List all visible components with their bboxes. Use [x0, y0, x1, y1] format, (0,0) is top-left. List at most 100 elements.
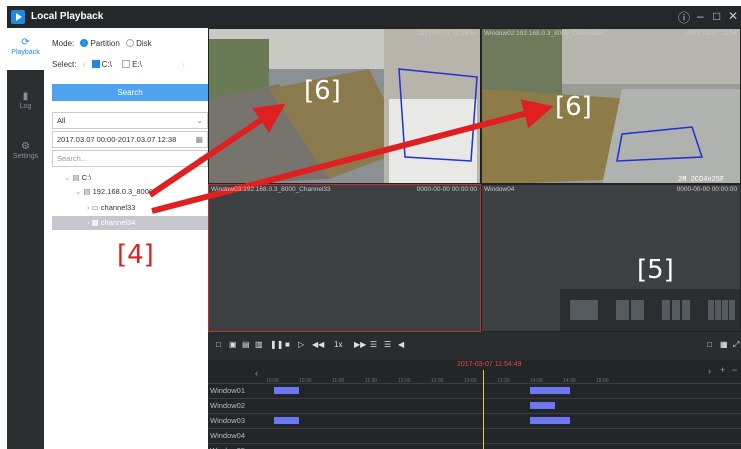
chevron-down-icon: ⌄ [75, 187, 82, 196]
nav-playback[interactable]: ⟳ Playback [7, 28, 44, 70]
tree-device[interactable]: ⌄ ▤ 192.168.0.3_8000 [75, 185, 153, 199]
filter-icon[interactable]: ☰ [384, 340, 391, 349]
timeline-next-icon[interactable]: › [708, 366, 711, 376]
partition-radio[interactable] [80, 39, 89, 47]
layout-2x2-option[interactable] [616, 300, 644, 320]
camera-frame-1 [209, 29, 480, 183]
timeline-recording-segment[interactable] [530, 387, 571, 394]
search-icon[interactable]: ○ [198, 151, 203, 166]
close-icon[interactable]: ✕ [728, 9, 738, 23]
app-logo-icon [11, 10, 25, 24]
window-caption: Window01:192.168.0.3_8000_Channel33 [211, 30, 331, 37]
maximize-icon[interactable]: □ [713, 9, 720, 23]
chevron-down-icon: ⌄ [196, 116, 203, 125]
tree-channel-33[interactable]: › ▭ channel33 [87, 201, 135, 215]
search-placeholder: Search... [57, 154, 88, 163]
filter-select[interactable]: All ⌄ [52, 112, 208, 129]
partition-label: Partition [90, 39, 120, 48]
drive-icon: ▤ [72, 173, 80, 182]
chevron-right-icon: › [87, 218, 90, 227]
nav-log[interactable]: ▮ Log [7, 82, 44, 124]
timeline-row-divider [208, 443, 741, 444]
annotation-label-5: [5] [637, 255, 674, 285]
timeline-row-divider [208, 383, 741, 384]
drive-c-checkbox[interactable] [91, 60, 100, 68]
timeline-recording-segment[interactable] [530, 402, 556, 409]
download-icon[interactable]: ▤ [242, 340, 250, 349]
tree-root[interactable]: ⌄ ▤ C:\ [64, 171, 91, 185]
chevron-down-icon: ⌄ [64, 173, 71, 182]
annotation-label-6b: [6] [555, 92, 592, 122]
clip-icon[interactable]: □ [216, 340, 221, 349]
minimize-icon[interactable]: – [697, 9, 704, 23]
video-window-1[interactable]: Window01:192.168.0.3_8000_Channel33 2017… [208, 28, 481, 184]
chevron-left-icon[interactable]: ‹ [83, 60, 86, 69]
nav-settings[interactable]: ⚙ Settings [7, 132, 44, 174]
fullscreen-icon[interactable]: ⤢ [733, 340, 739, 350]
search-panel: Mode: Partition Disk Select: ‹ C:\ E:\ ›… [44, 28, 208, 449]
nav-label: Settings [12, 153, 39, 160]
window-caption: Window03:192.168.0.3_8000_Channel33 [211, 186, 331, 193]
video-window-3[interactable]: Window03:192.168.0.3_8000_Channel33 0000… [208, 184, 481, 332]
step-forward-icon[interactable]: ▷ [298, 340, 304, 349]
export-icon[interactable]: ▥ [255, 340, 263, 349]
timeline-current-time: 2017-03-07 11:54:49 [457, 361, 522, 368]
gear-icon: ⚙ [21, 141, 30, 152]
calendar-icon[interactable]: ▦ [195, 132, 203, 147]
search-button[interactable]: Search [52, 84, 208, 101]
drive-e-checkbox[interactable] [122, 60, 131, 68]
pause-icon[interactable]: ❚❚ [270, 340, 283, 349]
timeline-cursor[interactable] [483, 370, 484, 449]
slow-down-icon[interactable]: ◀◀ [312, 340, 324, 349]
timeline-row-divider [208, 398, 741, 399]
document-icon: ▮ [22, 91, 29, 102]
disk-radio[interactable] [126, 39, 135, 47]
app-title: Local Playback [31, 11, 104, 22]
timeline-recording-segment[interactable] [530, 417, 571, 424]
speed-up-icon[interactable]: ▶▶ [354, 340, 366, 349]
tree-channel-label: channel34 [100, 218, 136, 227]
layout-1x1-option[interactable] [570, 300, 598, 320]
camera-frame-2: 2M 2CD4n25F [482, 29, 740, 183]
nav-label: Playback [11, 49, 40, 56]
folder-icon: ▭ [91, 203, 99, 212]
stop-icon[interactable]: ■ [285, 340, 290, 349]
timeline-row-label: Window01 [210, 386, 246, 395]
timeline-recording-segment[interactable] [274, 417, 300, 424]
speed-label: 1x [334, 340, 343, 349]
volume-icon[interactable]: ◀ [398, 340, 404, 349]
window-caption: Window04 [484, 186, 515, 193]
single-view-icon[interactable]: □ [707, 340, 712, 349]
refresh-icon: ⟳ [21, 37, 30, 48]
timeline-prev-icon[interactable]: ‹ [255, 368, 258, 378]
video-window-2[interactable]: 2M 2CD4n25F Window02:192.168.0.3_8000_Ch… [481, 28, 741, 184]
timeline[interactable]: ‹ › + − 2017-03-07 11:54:49 10:00 10:30 11… [208, 360, 741, 449]
snapshot-icon[interactable]: ▣ [229, 340, 237, 349]
drive-e-label: E:\ [132, 60, 142, 69]
window-timestamp: 0000-00-00 00:00:00 [676, 186, 737, 193]
mode-row: Mode: Partition Disk [52, 39, 152, 48]
timeline-row-label: Window02 [210, 401, 246, 410]
tree-channel-34[interactable]: › ▩ channel34 [52, 216, 208, 230]
timeline-recording-segment[interactable] [274, 387, 300, 394]
search-input[interactable]: Search... ○ [52, 150, 208, 167]
zoom-out-icon[interactable]: − [732, 365, 737, 375]
select-row: Select: ‹ C:\ E:\ › [52, 60, 185, 69]
annotation-label-4: [4] [117, 240, 154, 270]
grid-view-icon[interactable]: ▦ [720, 340, 728, 349]
playback-toolbar: □ ▣ ▤ ▥ ❚❚ ■ ▷ ◀◀ 1x ▶▶ ☰ ☰ ◀ □ ▦ ⤢ [208, 332, 741, 360]
nav-label: Log [19, 103, 32, 110]
adjust-icon[interactable]: ☰ [370, 340, 377, 349]
video-window-4[interactable]: Window04 0000-00-00 00:00:00 [481, 184, 741, 332]
layout-3x3-option[interactable] [662, 300, 690, 320]
help-icon[interactable]: ⓘ [678, 9, 690, 26]
zoom-in-icon[interactable]: + [720, 365, 725, 375]
tree-device-label: 192.168.0.3_8000 [92, 187, 154, 196]
chevron-right-icon: › [87, 203, 90, 212]
window-timestamp: 0000-00-00 00:00:00 [416, 186, 477, 193]
mode-label: Mode: [52, 39, 75, 48]
time-range-field[interactable]: 2017.03.07 00:00-2017.03.07 12:38 ▦ [52, 131, 208, 148]
layout-picker [560, 289, 740, 331]
layout-4x4-option[interactable] [708, 300, 736, 320]
chevron-right-icon[interactable]: › [182, 60, 185, 69]
